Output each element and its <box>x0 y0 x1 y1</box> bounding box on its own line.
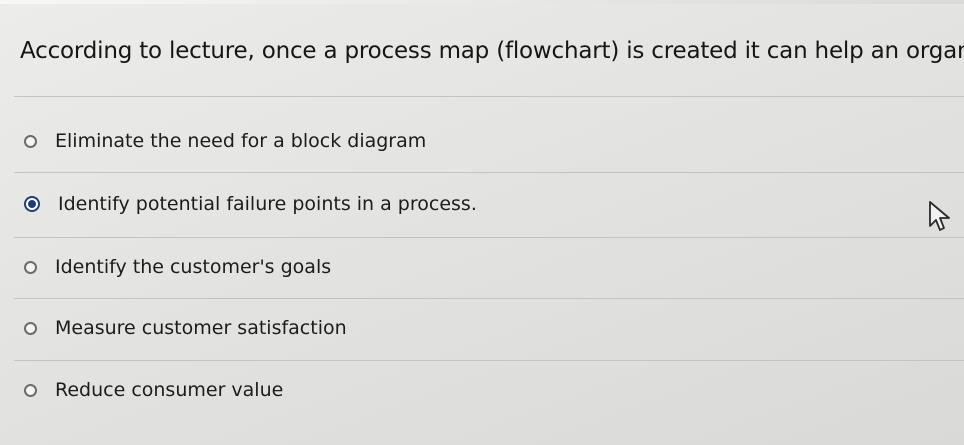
radio-button-selected[interactable] <box>24 196 40 212</box>
mouse-pointer-icon <box>929 201 950 231</box>
divider <box>14 96 964 97</box>
option-identify-failure-points[interactable]: Identify potential failure points in a p… <box>24 187 477 221</box>
option-label: Measure customer satisfaction <box>55 317 347 339</box>
radio-button[interactable] <box>24 321 37 335</box>
option-measure-satisfaction[interactable]: Measure customer satisfaction <box>24 311 347 345</box>
divider <box>14 237 964 238</box>
top-edge <box>0 0 964 4</box>
option-label: Reduce consumer value <box>55 379 284 401</box>
option-label: Identify potential failure points in a p… <box>58 193 477 215</box>
radio-button[interactable] <box>24 383 37 397</box>
option-identify-customer-goals[interactable]: Identify the customer's goals <box>24 250 331 284</box>
option-reduce-consumer-value[interactable]: Reduce consumer value <box>24 373 283 407</box>
radio-button[interactable] <box>24 260 37 274</box>
divider <box>14 172 964 173</box>
divider <box>14 298 964 299</box>
question-text: According to lecture, once a process map… <box>20 38 964 64</box>
option-label: Eliminate the need for a block diagram <box>55 130 427 152</box>
radio-button[interactable] <box>24 134 37 148</box>
option-eliminate-block-diagram[interactable]: Eliminate the need for a block diagram <box>24 124 426 158</box>
option-label: Identify the customer's goals <box>55 256 332 278</box>
divider <box>14 360 964 361</box>
